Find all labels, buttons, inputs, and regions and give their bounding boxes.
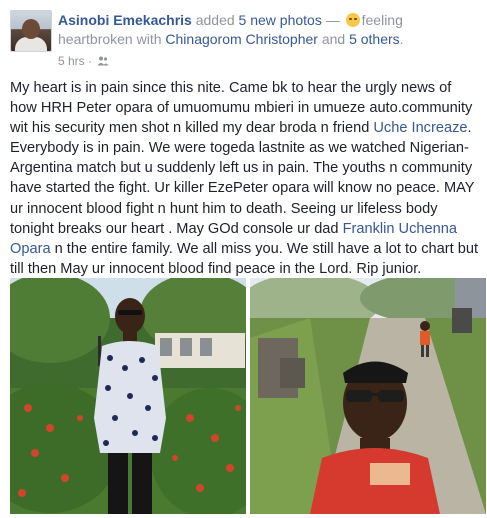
photos-link[interactable]: 5 new photos	[239, 12, 322, 28]
timestamp-link[interactable]: 5 hrs	[58, 54, 85, 68]
friends-audience-icon[interactable]	[97, 55, 109, 66]
post-photo-2[interactable]	[250, 278, 486, 514]
post-body-part-2: . Everybody is in pain. We were togeda l…	[10, 120, 475, 237]
post-meta: 5 hrs ·	[58, 54, 109, 68]
feeling-separator: —	[321, 12, 344, 28]
header-period: .	[399, 31, 404, 47]
facebook-post: Asinobi Emekachris added 5 new photos — …	[0, 0, 487, 518]
post-body-part-3: n the entire family. We all miss you. We…	[10, 240, 479, 277]
post-body: My heart is in pain since this nite. Cam…	[10, 78, 480, 279]
heartbroken-emoji-icon	[345, 13, 360, 27]
tagged-friend-link[interactable]: Chinagorom Christopher	[165, 31, 318, 47]
feeling-value: heartbroken with	[58, 31, 166, 47]
post-header-line2: heartbroken with Chinagorom Christopher …	[58, 30, 478, 49]
and-text: and	[317, 31, 350, 47]
avatar-shirt	[15, 37, 47, 51]
meta-separator: ·	[84, 54, 96, 68]
post-header: Asinobi Emekachris added 5 new photos — …	[58, 11, 478, 30]
feeling-label: feeling	[361, 12, 403, 28]
author-avatar[interactable]	[10, 10, 52, 52]
avatar-face	[22, 19, 40, 39]
added-text: added	[191, 12, 239, 28]
others-link[interactable]: 5 others	[349, 31, 400, 47]
post-photo-1[interactable]	[10, 278, 246, 514]
author-name-link[interactable]: Asinobi Emekachris	[58, 12, 192, 28]
mention-link-uche[interactable]: Uche Increaze	[373, 120, 467, 136]
